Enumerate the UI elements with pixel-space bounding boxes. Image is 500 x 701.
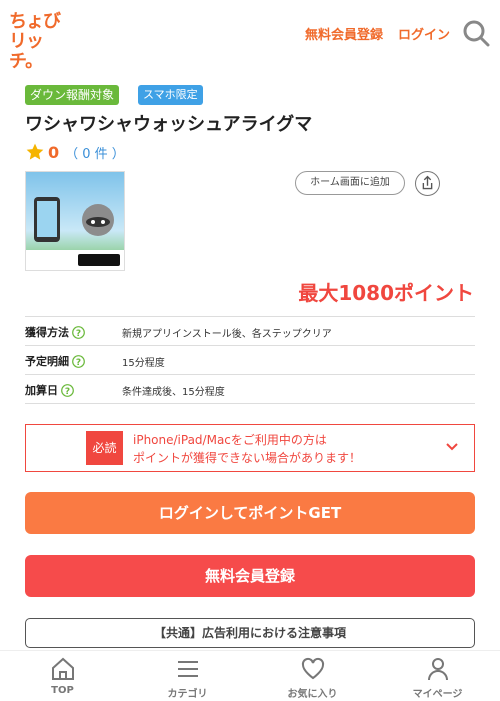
info-value: 15分程度 — [122, 358, 165, 369]
heart-icon — [301, 657, 324, 680]
menu-icon — [177, 661, 198, 677]
info-label: 予定明細 ? — [25, 353, 85, 369]
nav-top[interactable]: TOP — [0, 651, 125, 701]
logo-line2: リッチ。 — [9, 31, 44, 72]
share-icon[interactable] — [415, 171, 440, 196]
info-label: 加算日 ? — [25, 382, 74, 398]
svg-text:?: ? — [76, 358, 81, 368]
info-value: 条件達成後、15分程度 — [122, 387, 225, 398]
max-points: 最大1080ポイント — [298, 281, 474, 305]
notice-text: iPhone/iPad/Macをご利用中の方は ポイントが獲得できない場合があり… — [133, 431, 361, 467]
search-icon[interactable] — [462, 19, 490, 47]
svg-text:?: ? — [65, 387, 70, 397]
nav-favorites[interactable]: お気に入り — [250, 651, 375, 701]
add-to-home-button[interactable]: ホーム画面に追加 — [295, 171, 405, 195]
chobirich-logo[interactable]: ちょび リッチ。 — [9, 11, 71, 72]
help-icon[interactable]: ? — [61, 383, 74, 397]
info-value: 新規アプリインストール後、各ステップクリア — [122, 329, 332, 340]
nav-label: TOP — [51, 685, 74, 696]
raccoon-illustration-icon — [34, 197, 114, 242]
login-link[interactable]: ログイン — [398, 24, 450, 43]
down-reward-tag: ダウン報酬対象 — [25, 85, 120, 105]
info-row: 獲得方法 ? 新規アプリインストール後、各ステップクリア — [25, 317, 475, 346]
nav-label: お気に入り — [287, 689, 338, 700]
app-thumbnail — [25, 171, 125, 271]
nav-label: マイページ — [412, 689, 463, 700]
nav-category[interactable]: カテゴリ — [125, 651, 250, 701]
svg-text:?: ? — [76, 329, 81, 339]
review-count-link[interactable]: （ 0 件 ） — [65, 143, 125, 162]
notice-line1: iPhone/iPad/Macをご利用中の方は — [133, 433, 327, 447]
must-read-notice[interactable]: 必読 iPhone/iPad/Macをご利用中の方は ポイントが獲得できない場合… — [25, 424, 475, 472]
info-row: 加算日 ? 条件達成後、15分程度 — [25, 375, 475, 404]
bottom-nav: TOP カテゴリ お気に入り マイページ — [0, 650, 500, 701]
rating-value: 0 — [48, 142, 60, 162]
page-title: ワシャワシャウォッシュアライグマ — [25, 114, 313, 135]
logo-line1: ちょび — [9, 11, 61, 32]
ad-caution-button[interactable]: 【共通】広告利用における注意事項 — [25, 618, 475, 648]
help-icon[interactable]: ? — [72, 325, 85, 339]
nav-mypage[interactable]: マイページ — [375, 651, 500, 701]
info-label: 獲得方法 ? — [25, 324, 85, 340]
login-get-points-button[interactable]: ログインしてポイントGET — [25, 492, 475, 534]
register-link[interactable]: 無料会員登録 — [305, 24, 383, 43]
help-icon[interactable]: ? — [72, 354, 85, 368]
notice-line2: ポイントが獲得できない場合があります！ — [133, 451, 362, 465]
chevron-down-icon — [446, 443, 458, 451]
smartphone-only-tag: スマホ限定 — [138, 85, 203, 105]
header: ちょび リッチ。 無料会員登録 ログイン — [0, 0, 500, 72]
home-icon — [51, 657, 74, 680]
register-button[interactable]: 無料会員登録 — [25, 555, 475, 597]
rating: 0 （ 0 件 ） — [25, 141, 125, 163]
app-store-badge-icon — [78, 254, 120, 266]
star-icon — [26, 143, 44, 160]
must-read-badge: 必読 — [86, 431, 123, 465]
info-table: 獲得方法 ? 新規アプリインストール後、各ステップクリア 予定明細 ? 15分程… — [25, 316, 475, 404]
nav-label: カテゴリ — [167, 689, 208, 700]
info-row: 予定明細 ? 15分程度 — [25, 346, 475, 375]
person-icon — [427, 658, 448, 681]
